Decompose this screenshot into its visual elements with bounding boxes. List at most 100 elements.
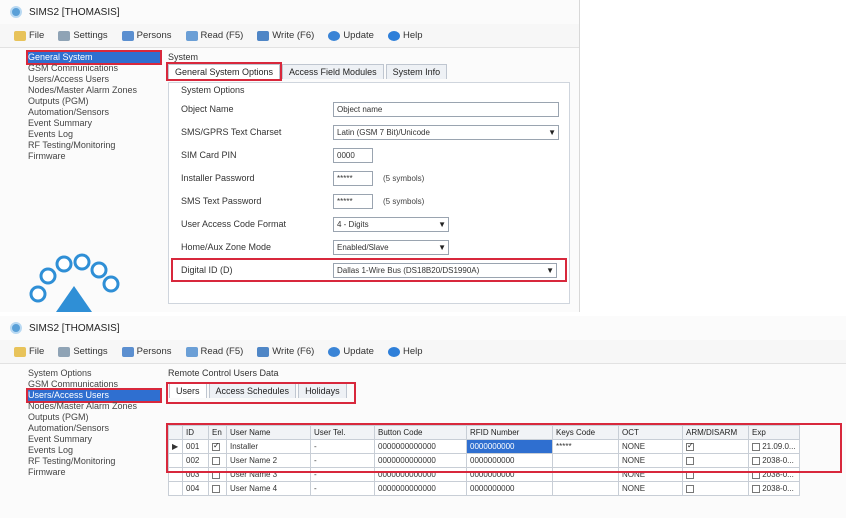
menu-read[interactable]: Read (F5) [185, 30, 243, 41]
menu-update[interactable]: Update [328, 346, 374, 357]
sidebar-item-users[interactable]: Users/Access Users [28, 74, 160, 85]
sidebar-item-event-summary[interactable]: Event Summary [28, 118, 160, 129]
tab-access-schedules[interactable]: Access Schedules [208, 383, 297, 398]
cell-id[interactable]: 001 [182, 439, 209, 454]
sidebar-item-events-log[interactable]: Events Log [28, 445, 160, 456]
cell-oct[interactable]: NONE [618, 481, 683, 496]
table-row[interactable]: 003 User Name 3 - 0000000000000 00000000… [168, 467, 800, 482]
menu-file[interactable]: File [14, 30, 44, 41]
cell-user-name[interactable]: Installer [226, 439, 311, 454]
cell-button-code[interactable]: 0000000000000 [374, 481, 467, 496]
checkbox[interactable] [686, 456, 694, 465]
cell-id[interactable]: 004 [182, 481, 209, 496]
cell-keys-code[interactable]: ***** [552, 439, 619, 454]
checkbox[interactable] [752, 470, 760, 479]
sim-pin-input[interactable]: 0000 [333, 147, 373, 163]
column-header[interactable]: Exp [748, 425, 800, 440]
cell-arm-disarm[interactable] [682, 481, 749, 496]
cell-button-code[interactable]: 0000000000000 [374, 453, 467, 468]
sidebar-item-automation[interactable]: Automation/Sensors [28, 107, 160, 118]
sidebar-item-events-log[interactable]: Events Log [28, 129, 160, 140]
column-header[interactable]: OCT [618, 425, 683, 440]
checkbox[interactable] [212, 456, 220, 465]
cell-enabled[interactable] [208, 439, 227, 454]
menu-persons[interactable]: Persons [121, 30, 172, 41]
menu-read[interactable]: Read (F5) [185, 346, 243, 357]
checkbox[interactable] [686, 441, 694, 451]
checkbox[interactable] [686, 484, 694, 493]
menu-write[interactable]: Write (F6) [257, 346, 314, 357]
cell-rfid[interactable]: 0000000000 [466, 467, 553, 482]
tab-system-info[interactable]: System Info [385, 64, 448, 79]
cell-arm-disarm[interactable] [682, 439, 749, 454]
cell-oct[interactable]: NONE [618, 453, 683, 468]
sidebar-item-gsm[interactable]: GSM Communications [28, 379, 160, 390]
sidebar-item-rf-testing[interactable]: RF Testing/Monitoring [28, 456, 160, 467]
menu-update[interactable]: Update [328, 30, 374, 41]
sms-password-input[interactable]: ***** [333, 193, 373, 209]
sidebar-item-zones[interactable]: Nodes/Master Alarm Zones [28, 401, 160, 412]
cell-button-code[interactable]: 0000000000000 [374, 439, 467, 454]
checkbox[interactable] [752, 484, 760, 493]
cell-user-name[interactable]: User Name 4 [226, 481, 311, 496]
cell-user-tel[interactable]: - [310, 467, 375, 482]
column-header[interactable]: ARM/DISARM [682, 425, 749, 440]
sidebar-item-firmware[interactable]: Firmware [28, 467, 160, 478]
sidebar-item-outputs[interactable]: Outputs (PGM) [28, 412, 160, 423]
cell-user-name[interactable]: User Name 2 [226, 453, 311, 468]
tab-access-field-modules[interactable]: Access Field Modules [282, 64, 384, 79]
column-header[interactable]: RFID Number [466, 425, 553, 440]
menu-write[interactable]: Write (F6) [257, 30, 314, 41]
sidebar-item-system-options[interactable]: System Options [28, 368, 160, 379]
zone-mode-select[interactable]: Enabled/Slave ▼ [333, 239, 449, 255]
digital-id-select[interactable]: Dallas 1-Wire Bus (DS18B20/DS1990A) ▼ [333, 262, 557, 278]
column-header[interactable]: ID [182, 425, 209, 440]
access-code-format-select[interactable]: 4 - Digits ▼ [333, 216, 449, 232]
menu-persons[interactable]: Persons [121, 346, 172, 357]
cell-keys-code[interactable] [552, 481, 619, 496]
cell-enabled[interactable] [208, 453, 227, 468]
cell-exp[interactable]: 21.09.0... [748, 439, 800, 454]
sidebar-item-automation[interactable]: Automation/Sensors [28, 423, 160, 434]
tab-general-system-options[interactable]: General System Options [165, 62, 283, 81]
column-header[interactable]: Keys Code [552, 425, 619, 440]
cell-exp[interactable]: 2038-0... [748, 481, 800, 496]
table-row[interactable]: 004 User Name 4 - 0000000000000 00000000… [168, 481, 800, 496]
cell-user-tel[interactable]: - [310, 481, 375, 496]
charset-select[interactable]: Latin (GSM 7 Bit)/Unicode ▼ [333, 124, 559, 140]
object-name-input[interactable]: Object name [333, 101, 559, 117]
installer-password-input[interactable]: ***** [333, 170, 373, 186]
cell-id[interactable]: 002 [182, 453, 209, 468]
cell-exp[interactable]: 2038-0... [748, 467, 800, 482]
sidebar-item-rf-testing[interactable]: RF Testing/Monitoring [28, 140, 160, 151]
sidebar-item-general-system[interactable]: General System [26, 50, 162, 65]
menu-help[interactable]: Help [387, 30, 423, 41]
cell-enabled[interactable] [208, 481, 227, 496]
checkbox[interactable] [752, 456, 760, 465]
cell-arm-disarm[interactable] [682, 467, 749, 482]
column-header[interactable]: En [208, 425, 227, 440]
sidebar-item-users[interactable]: Users/Access Users [26, 388, 162, 403]
cell-exp[interactable]: 2038-0... [748, 453, 800, 468]
menu-settings[interactable]: Settings [58, 30, 108, 41]
sidebar-item-gsm[interactable]: GSM Communications [28, 63, 160, 74]
tab-users[interactable]: Users [169, 383, 207, 398]
column-header[interactable]: User Tel. [310, 425, 375, 440]
checkbox[interactable] [212, 441, 220, 451]
cell-button-code[interactable]: 0000000000000 [374, 467, 467, 482]
column-header[interactable]: User Name [226, 425, 311, 440]
cell-rfid[interactable]: 0000000000 [466, 453, 553, 468]
sidebar-item-event-summary[interactable]: Event Summary [28, 434, 160, 445]
cell-user-tel[interactable]: - [310, 453, 375, 468]
checkbox[interactable] [686, 470, 694, 479]
cell-id[interactable]: 003 [182, 467, 209, 482]
tab-holidays[interactable]: Holidays [298, 383, 347, 398]
menu-settings[interactable]: Settings [58, 346, 108, 357]
menu-file[interactable]: File [14, 346, 44, 357]
cell-rfid[interactable]: 0000000000 [466, 439, 553, 454]
cell-enabled[interactable] [208, 467, 227, 482]
cell-keys-code[interactable] [552, 467, 619, 482]
table-row[interactable]: 002 User Name 2 - 0000000000000 00000000… [168, 453, 800, 468]
cell-rfid[interactable]: 0000000000 [466, 481, 553, 496]
cell-user-tel[interactable]: - [310, 439, 375, 454]
